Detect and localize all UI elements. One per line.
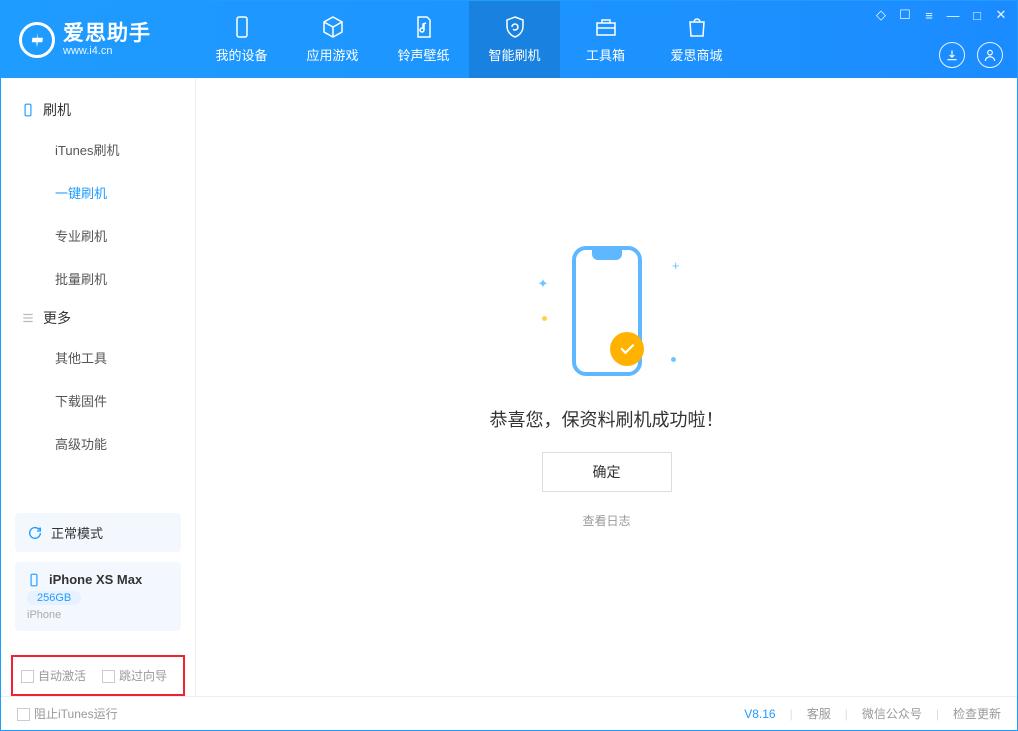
device-capacity: 256GB — [27, 591, 81, 605]
toolbox-icon — [594, 15, 618, 39]
statusbar: 阻止iTunes运行 V8.16 | 客服 | 微信公众号 | 检查更新 — [1, 696, 1017, 730]
ok-button[interactable]: 确定 — [542, 452, 672, 492]
app-header: 爱思助手 www.i4.cn 我的设备 应用游戏 铃声壁纸 智能刷机 工具箱 爱… — [1, 1, 1017, 78]
device-type: iPhone — [27, 609, 169, 621]
logo: 爱思助手 www.i4.cn — [1, 1, 196, 78]
sparkle-icon: ✦ — [538, 276, 549, 292]
sidebar-item-batch-flash[interactable]: 批量刷机 — [1, 257, 195, 300]
logo-icon — [19, 22, 55, 58]
tab-ringtones-wallpapers[interactable]: 铃声壁纸 — [378, 1, 469, 78]
options-highlight-box: 自动激活 跳过向导 — [11, 655, 185, 696]
window-controls: ◇ ☐ ≡ — □ ✕ — [873, 7, 1009, 23]
success-illustration: ✦ + — [552, 246, 662, 386]
section-label: 刷机 — [43, 100, 71, 120]
checkbox-auto-activate[interactable]: 自动激活 — [21, 667, 86, 684]
download-icon — [945, 48, 959, 62]
section-label: 更多 — [43, 308, 71, 328]
sidebar: 刷机 iTunes刷机 一键刷机 专业刷机 批量刷机 更多 其他工具 下载固件 … — [1, 78, 196, 696]
sidebar-item-other-tools[interactable]: 其他工具 — [1, 336, 195, 379]
main-content: ✦ + 恭喜您，保资料刷机成功啦！ 确定 查看日志 — [196, 78, 1017, 696]
dot-icon — [671, 357, 676, 362]
dot-icon — [542, 316, 547, 321]
success-message: 恭喜您，保资料刷机成功啦！ — [490, 406, 724, 432]
tab-smart-flash[interactable]: 智能刷机 — [469, 1, 560, 78]
check-badge-icon — [610, 332, 644, 366]
tab-label: 智能刷机 — [488, 45, 540, 64]
phone-illustration-icon — [572, 246, 642, 376]
nav-tabs: 我的设备 应用游戏 铃声壁纸 智能刷机 工具箱 爱思商城 — [196, 1, 742, 78]
tshirt-icon[interactable]: ◇ — [873, 7, 889, 23]
tab-store[interactable]: 爱思商城 — [651, 1, 742, 78]
music-file-icon — [412, 15, 436, 39]
checkbox-block-itunes[interactable]: 阻止iTunes运行 — [17, 705, 118, 722]
header-actions — [939, 42, 1003, 68]
user-icon — [983, 48, 997, 62]
sidebar-section-flash: 刷机 — [1, 92, 195, 128]
device-info-box[interactable]: iPhone XS Max 256GB iPhone — [15, 562, 181, 631]
feedback-icon[interactable]: ☐ — [897, 7, 913, 23]
sparkle-icon: + — [672, 258, 680, 273]
mode-label: 正常模式 — [51, 523, 103, 542]
separator: | — [845, 707, 848, 721]
download-button[interactable] — [939, 42, 965, 68]
cube-icon — [321, 15, 345, 39]
sidebar-section-more: 更多 — [1, 300, 195, 336]
checkbox-label: 阻止iTunes运行 — [34, 707, 118, 721]
view-log-link[interactable]: 查看日志 — [582, 512, 630, 529]
phone-outline-icon — [27, 573, 41, 587]
tab-label: 铃声壁纸 — [397, 45, 449, 64]
tab-label: 应用游戏 — [306, 45, 358, 64]
phone-small-icon — [21, 103, 35, 117]
tab-my-device[interactable]: 我的设备 — [196, 1, 287, 78]
app-name: 爱思助手 — [63, 22, 151, 45]
support-link[interactable]: 客服 — [807, 705, 831, 722]
tab-toolbox[interactable]: 工具箱 — [560, 1, 651, 78]
checkbox-skip-guide[interactable]: 跳过向导 — [102, 667, 167, 684]
minimize-button[interactable]: — — [945, 7, 961, 23]
wechat-link[interactable]: 微信公众号 — [862, 705, 922, 722]
refresh-icon — [27, 525, 43, 541]
sidebar-item-oneclick-flash[interactable]: 一键刷机 — [1, 171, 195, 214]
close-button[interactable]: ✕ — [993, 7, 1009, 23]
device-mode-box[interactable]: 正常模式 — [15, 513, 181, 552]
list-icon — [21, 311, 35, 325]
separator: | — [936, 707, 939, 721]
tab-label: 我的设备 — [215, 45, 267, 64]
tab-apps-games[interactable]: 应用游戏 — [287, 1, 378, 78]
tab-label: 工具箱 — [586, 45, 625, 64]
app-url: www.i4.cn — [63, 45, 151, 57]
version-label: V8.16 — [744, 707, 775, 721]
user-button[interactable] — [977, 42, 1003, 68]
sidebar-item-itunes-flash[interactable]: iTunes刷机 — [1, 128, 195, 171]
checkbox-label: 自动激活 — [38, 669, 86, 683]
sidebar-item-advanced[interactable]: 高级功能 — [1, 422, 195, 465]
shopping-bag-icon — [685, 15, 709, 39]
menu-icon[interactable]: ≡ — [921, 7, 937, 23]
check-update-link[interactable]: 检查更新 — [953, 705, 1001, 722]
separator: | — [790, 707, 793, 721]
phone-icon — [230, 15, 254, 39]
tab-label: 爱思商城 — [670, 45, 722, 64]
sidebar-item-pro-flash[interactable]: 专业刷机 — [1, 214, 195, 257]
sidebar-item-download-firmware[interactable]: 下载固件 — [1, 379, 195, 422]
device-name: iPhone XS Max — [49, 572, 142, 587]
maximize-button[interactable]: □ — [969, 7, 985, 23]
shield-refresh-icon — [503, 15, 527, 39]
checkbox-label: 跳过向导 — [119, 669, 167, 683]
